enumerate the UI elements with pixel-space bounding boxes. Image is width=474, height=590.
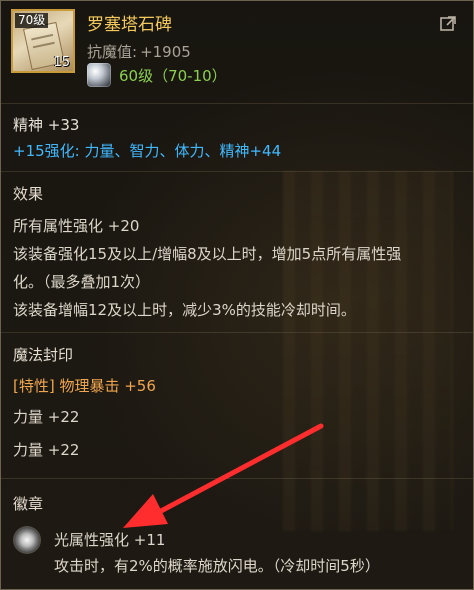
magic-seal-title: 魔法封印 [13, 346, 74, 364]
magic-seal-stat-2: 力量 +22 [13, 441, 80, 459]
magic-seal-special: [特性] 物理暴击 +56 [13, 377, 156, 395]
item-icon: 70级 15 [11, 9, 75, 73]
item-name: 罗塞塔石碑 [87, 15, 172, 35]
resist-value: +1905 [140, 43, 191, 61]
effect-line-4: 该装备增幅12及以上时，减少3%的技能冷却时间。 [13, 301, 356, 319]
spirit-stat: 精神 +33 [13, 116, 80, 134]
emblem-description: 攻击时，有2%的概率施放闪电。（冷却时间5秒） [54, 557, 380, 575]
item-level-badge: 70级 [15, 13, 49, 28]
divider [1, 171, 473, 172]
gem-icon [87, 63, 111, 87]
effect-line-1: 所有属性强化 +20 [13, 217, 140, 235]
reinforce-stat: +15强化: 力量、智力、体力、精神+44 [13, 142, 282, 160]
resist-label: 抗魔值: [87, 43, 138, 61]
emblem-name: 光属性强化 +11 [54, 531, 166, 549]
level-row: 60级（70-10） [87, 62, 227, 88]
export-icon[interactable] [439, 13, 459, 33]
divider [1, 103, 473, 104]
item-tooltip: 70级 15 罗塞塔石碑 抗魔值: +1905 60级（70-10） 精神 +33… [0, 0, 474, 590]
divider [1, 478, 473, 479]
background-decoration [283, 171, 453, 531]
item-count-badge: 15 [53, 55, 70, 70]
resist-row: 抗魔值: +1905 [87, 41, 191, 62]
annotation-arrow [123, 423, 324, 528]
effects-title: 效果 [13, 185, 44, 203]
effect-line-3: 化。（最多叠加1次） [13, 273, 151, 291]
sigil-icon [15, 528, 39, 552]
emblem-title: 徽章 [13, 495, 44, 513]
divider [1, 332, 473, 333]
effect-line-2: 该装备强化15及以上/增幅8及以上时，增加5点所有属性强 [13, 245, 402, 263]
magic-seal-stat-1: 力量 +22 [13, 408, 80, 426]
level-text: 60级（70-10） [119, 66, 227, 85]
